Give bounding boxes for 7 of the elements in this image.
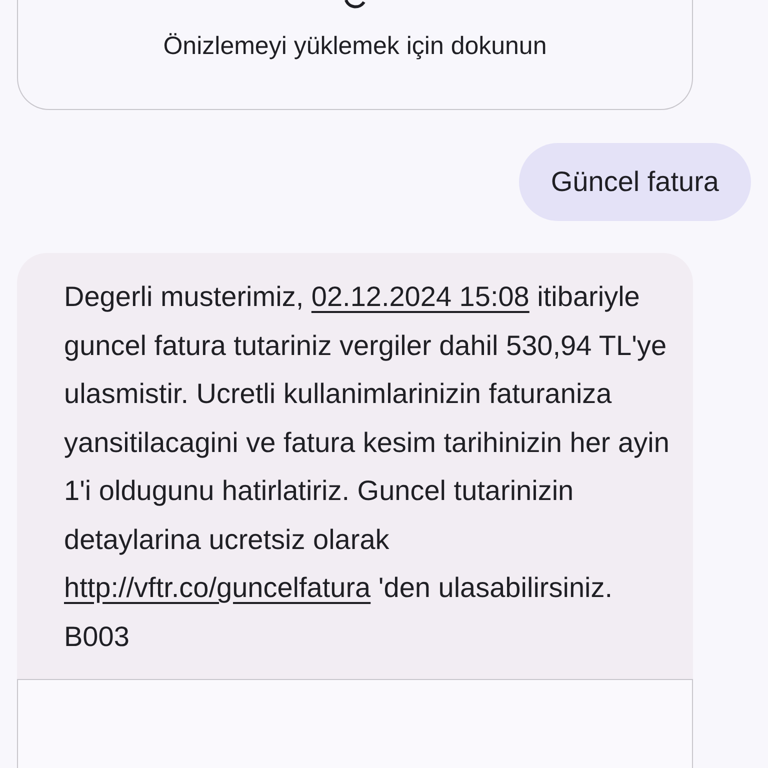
sent-message-bubble[interactable]: Güncel fatura [518,143,751,221]
preview-caption: Önizlemeyi yüklemek için dokunun [163,32,547,61]
link-preview-card[interactable]: Önizlemeyi yüklemek için dokunun [17,0,693,110]
message-link[interactable]: http://vftr.co/guncelfatura [64,572,371,603]
message-link[interactable]: 02.12.2024 15:08 [311,281,530,312]
link-preview-card[interactable] [17,679,693,768]
received-message-bubble[interactable]: Degerli musterimiz, 02.12.2024 15:08 itibariyle guncel fatura tutariniz vergiler dahil 530,94 TL'ye ulasmistir. Ucretli kullanimlarinizin faturaniza yansitilacagini ve fatura kesim tarihinizin her ayin 1'i oldugunu hatirlatiriz. Guncel tutarinizin detaylarina ucretsiz olarak http://vftr.co/guncelfatura 'den ulasabilirsiniz. B003 [17,253,693,679]
